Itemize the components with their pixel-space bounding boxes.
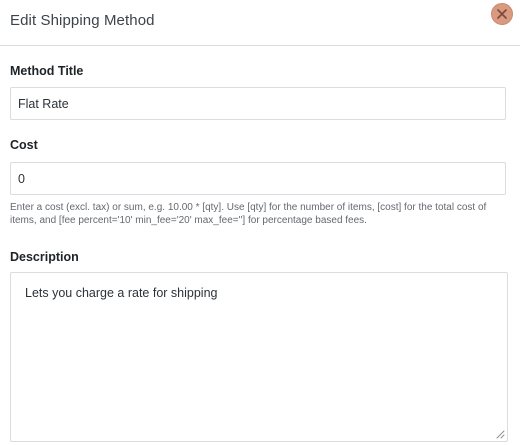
description-label: Description (10, 250, 79, 264)
cost-help-text: Enter a cost (excl. tax) or sum, e.g. 10… (10, 202, 487, 226)
method-title-input[interactable] (10, 87, 506, 120)
modal-title: Edit Shipping Method (10, 12, 155, 29)
method-title-label: Method Title (10, 64, 84, 78)
cost-label: Cost (10, 138, 38, 152)
description-textarea[interactable]: Lets you charge a rate for shipping (10, 272, 508, 442)
close-button[interactable] (491, 3, 513, 25)
modal-header: Edit Shipping Method (0, 0, 520, 46)
cost-input[interactable] (10, 162, 506, 195)
resize-handle-icon[interactable] (495, 429, 505, 439)
close-icon (497, 9, 507, 19)
edit-shipping-method-modal: Edit Shipping Method Method Title Cost E… (0, 0, 520, 445)
